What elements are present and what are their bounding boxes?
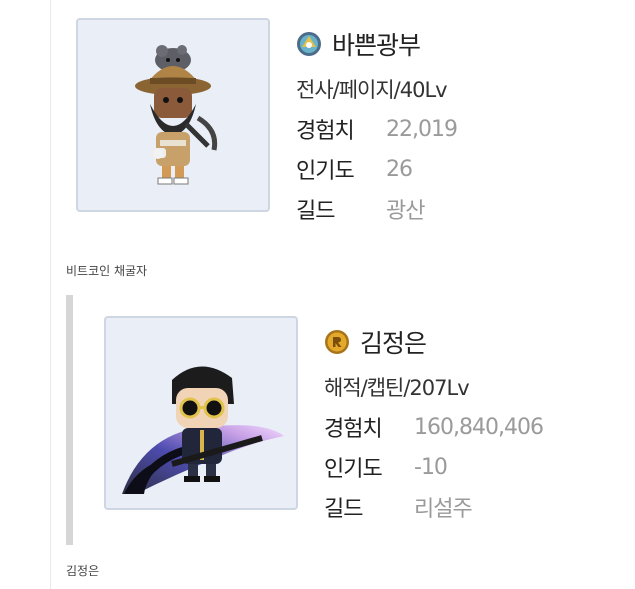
stat-value: 광산 [386,199,425,224]
character-name-row: 김정은 [324,326,635,358]
character-name: 김정은 [360,329,427,358]
stat-exp: 경험치 160,840,406 [324,412,635,443]
character-portrait-miner [76,18,270,212]
stat-guild: 길드 리설주 [324,492,635,522]
character-name: 바쁜광부 [332,31,421,60]
stat-label: 인기도 [296,159,355,184]
scania-world-icon [296,31,322,57]
image-caption: 비트코인 채굴자 [66,264,148,278]
character-name-row: 바쁜광부 [296,28,635,60]
stat-value: 160,840,406 [414,414,544,440]
character-portrait-captain [104,316,298,510]
stat-fame: 인기도 -10 [324,452,635,483]
content-left-rule [50,0,51,589]
character-class-level: 해적/캡틴/207Lv [324,376,470,400]
stat-label: 길드 [296,199,335,224]
stat-exp: 경험치 22,019 [296,114,635,145]
stat-label: 길드 [324,497,363,522]
stat-value: 리설주 [414,497,473,522]
character-info: 바쁜광부 전사/페이지/40Lv 경험치 22,019 인기도 26 길드 광산 [296,28,635,224]
captain-avatar-icon [122,366,284,494]
stat-label: 경험치 [296,119,355,144]
stat-value: -10 [414,454,448,480]
stat-label: 인기도 [324,457,383,482]
stat-value: 22,019 [386,116,458,142]
stat-label: 경험치 [324,417,383,442]
reboot-world-icon [324,329,350,355]
image-caption: 김정은 [66,564,100,578]
stat-fame: 인기도 26 [296,154,635,185]
character-info: 김정은 해적/캡틴/207Lv 경험치 160,840,406 인기도 -10 … [324,326,635,522]
miner-avatar-icon [135,45,218,185]
stat-value: 26 [386,156,413,182]
stat-guild: 길드 광산 [296,194,635,224]
quote-bar [66,295,73,545]
character-class-level: 전사/페이지/40Lv [296,78,448,102]
